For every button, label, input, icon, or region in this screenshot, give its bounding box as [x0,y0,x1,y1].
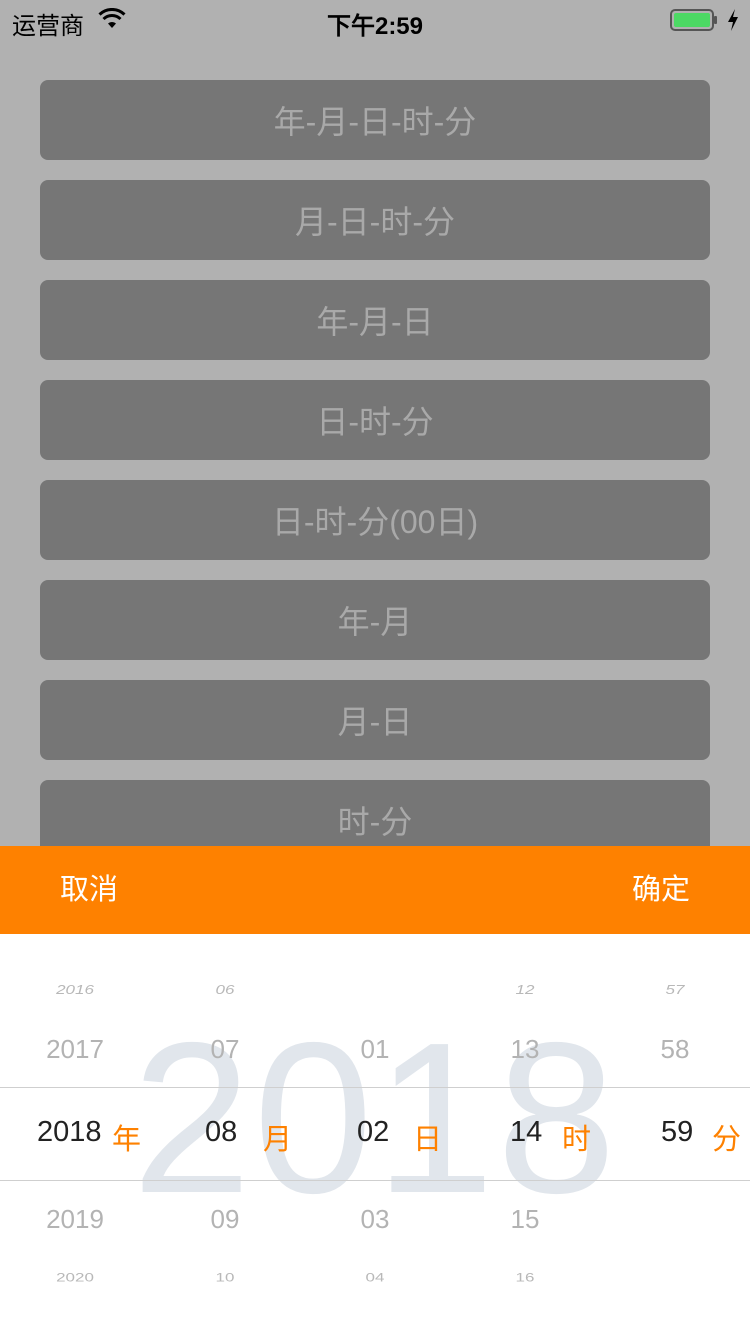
status-time: 下午2:59 [326,13,424,40]
app-background: 运营商 下午2:59 年-月-日-时-分 月-日-时-分 年-月-日 日-时-分… [0,0,750,860]
month-option[interactable]: 09 [150,1204,300,1235]
day-option[interactable]: 01 [300,1034,450,1065]
hour-option[interactable]: 15 [450,1204,600,1235]
minute-option[interactable]: 57 [600,983,750,998]
month-selected[interactable]: 08 [205,1116,237,1149]
hour-unit: 时 [562,1124,592,1156]
day-selected[interactable]: 02 [357,1116,389,1149]
month-option[interactable]: 06 [150,983,300,998]
cancel-button[interactable]: 取消 [60,846,118,934]
format-button-dhm-00[interactable]: 日-时-分(00日) [40,480,710,560]
picker-toolbar: 取消 确定 [0,846,750,934]
status-bar: 运营商 下午2:59 [0,0,750,40]
year-option[interactable]: 2019 [0,1204,150,1235]
month-option[interactable]: 07 [150,1034,300,1065]
format-button-ymdhm[interactable]: 年-月-日-时-分 [40,80,710,160]
hour-selected[interactable]: 14 [510,1116,542,1149]
year-column[interactable]: 2016 2017 2018 年 2019 2020 [0,934,150,1334]
minute-unit: 分 [712,1124,742,1156]
year-unit: 年 [112,1124,142,1156]
date-picker[interactable]: 2018 2016 2017 2018 年 2019 2020 06 07 08… [0,934,750,1334]
format-button-dhm[interactable]: 日-时-分 [40,380,710,460]
confirm-button[interactable]: 确定 [632,846,690,934]
day-option[interactable]: 03 [300,1204,450,1235]
minute-option[interactable]: 58 [600,1034,750,1065]
month-column[interactable]: 06 07 08 月 09 10 [150,934,300,1334]
day-unit: 日 [413,1124,443,1156]
battery-icon [670,9,717,31]
month-unit: 月 [263,1124,293,1156]
year-selected[interactable]: 2018 [37,1116,102,1149]
format-button-ymd[interactable]: 年-月-日 [40,280,710,360]
format-button-mdhm[interactable]: 月-日-时-分 [40,180,710,260]
month-option[interactable]: 10 [150,1271,300,1285]
charging-icon [728,9,738,31]
day-column[interactable]: 01 02 日 03 04 [300,934,450,1334]
format-button-md[interactable]: 月-日 [40,680,710,760]
format-button-ym[interactable]: 年-月 [40,580,710,660]
hour-option[interactable]: 12 [450,983,600,998]
year-option[interactable]: 2017 [0,1034,150,1065]
format-button-list: 年-月-日-时-分 月-日-时-分 年-月-日 日-时-分 日-时-分(00日)… [40,80,710,880]
minute-column[interactable]: 57 58 59 分 [600,934,750,1334]
year-option[interactable]: 2020 [0,1271,150,1285]
year-option[interactable]: 2016 [0,983,150,998]
hour-column[interactable]: 12 13 14 时 15 16 [450,934,600,1334]
hour-option[interactable]: 16 [450,1271,600,1285]
day-option[interactable]: 04 [300,1271,450,1285]
minute-selected[interactable]: 59 [661,1116,693,1149]
hour-option[interactable]: 13 [450,1034,600,1065]
